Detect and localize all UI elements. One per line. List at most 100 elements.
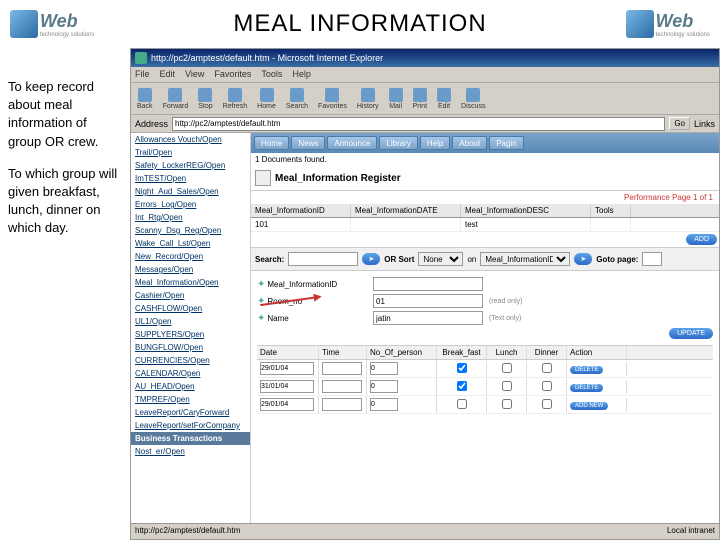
date-input[interactable] xyxy=(260,362,314,375)
sidebar-item[interactable]: Scanny_Dsg_Reg/Open xyxy=(131,224,250,237)
nav-about[interactable]: About xyxy=(452,136,487,150)
sort-select[interactable]: None xyxy=(418,252,463,266)
cell-desc: test xyxy=(461,218,591,231)
breakfast-checkbox[interactable] xyxy=(457,381,467,391)
sidebar-item[interactable]: LeaveReport/setForCompany xyxy=(131,419,250,432)
th-action: Action xyxy=(567,346,627,359)
menu-edit[interactable]: Edit xyxy=(160,69,176,80)
persons-input[interactable] xyxy=(370,362,398,375)
field-hint: (read only) xyxy=(489,298,522,305)
toolbar-stop[interactable]: Stop xyxy=(196,88,214,110)
sidebar-item[interactable]: CALENDAR/Open xyxy=(131,367,250,380)
nav-news[interactable]: News xyxy=(291,136,325,150)
sidebar-item[interactable]: BUNGFLOW/Open xyxy=(131,341,250,354)
status-left: http://pc2/amptest/default.htm xyxy=(135,526,240,537)
dinner-checkbox[interactable] xyxy=(542,381,552,391)
logo-subtitle: technology solutions xyxy=(656,32,710,38)
toolbar-edit[interactable]: Edit xyxy=(435,88,453,110)
lunch-checkbox[interactable] xyxy=(502,381,512,391)
sidebar: Allowances Vouch/OpenTrail/OpenSafety_Lo… xyxy=(131,133,251,523)
description-panel: To keep record about meal information of… xyxy=(0,48,130,540)
toolbar-history[interactable]: History xyxy=(355,88,381,110)
row-action-button[interactable]: DELETE xyxy=(570,384,603,392)
th-date: Date xyxy=(257,346,319,359)
lunch-checkbox[interactable] xyxy=(502,363,512,373)
cell-date xyxy=(351,218,461,231)
logo-text: Web xyxy=(656,11,710,32)
sidebar-item[interactable]: CASHFLOW/Open xyxy=(131,302,250,315)
sidebar-item[interactable]: New_Record/Open xyxy=(131,250,250,263)
goto-page-input[interactable] xyxy=(642,252,662,266)
sidebar-item[interactable]: Messages/Open xyxy=(131,263,250,276)
toolbar-print[interactable]: Print xyxy=(411,88,429,110)
search-input[interactable] xyxy=(288,252,358,266)
persons-input[interactable] xyxy=(370,398,398,411)
toolbar-search[interactable]: Search xyxy=(284,88,310,110)
desc-para-1: To keep record about meal information of… xyxy=(8,78,122,151)
sidebar-item[interactable]: Safety_LockerREG/Open xyxy=(131,159,250,172)
th-breakfast: Break_fast xyxy=(437,346,487,359)
sidebar-item[interactable]: Int_Rtg/Open xyxy=(131,211,250,224)
sidebar-item[interactable]: Night_Aud_Sales/Open xyxy=(131,185,250,198)
sidebar-item[interactable]: CURRENCIES/Open xyxy=(131,354,250,367)
time-input[interactable] xyxy=(322,362,362,375)
name-input[interactable] xyxy=(373,311,483,325)
sidebar-item[interactable]: SUPPLYERS/Open xyxy=(131,328,250,341)
menu-tools[interactable]: Tools xyxy=(261,69,282,80)
address-input[interactable] xyxy=(172,117,665,131)
date-input[interactable] xyxy=(260,398,314,411)
field-label: Name xyxy=(267,314,288,323)
toolbar-home[interactable]: Home xyxy=(255,88,278,110)
nav-help[interactable]: Help xyxy=(420,136,450,150)
persons-input[interactable] xyxy=(370,380,398,393)
sort-go-icon[interactable]: ➤ xyxy=(574,253,592,265)
menu-view[interactable]: View xyxy=(185,69,204,80)
sidebar-item[interactable]: Meal_Information/Open xyxy=(131,276,250,289)
sidebar-item[interactable]: Allowances Vouch/Open xyxy=(131,133,250,146)
sidebar-item[interactable]: UL1/Open xyxy=(131,315,250,328)
update-button[interactable]: UPDATE xyxy=(669,328,713,339)
time-input[interactable] xyxy=(322,380,362,393)
date-input[interactable] xyxy=(260,380,314,393)
lunch-checkbox[interactable] xyxy=(502,399,512,409)
sidebar-item[interactable]: TMPREF/Open xyxy=(131,393,250,406)
sidebar-item[interactable]: LeaveReport/CaryForward xyxy=(131,406,250,419)
dinner-checkbox[interactable] xyxy=(542,399,552,409)
toolbar-favorites[interactable]: Favorites xyxy=(316,88,349,110)
nav-pagin[interactable]: Pagin xyxy=(489,136,523,150)
sidebar-item[interactable]: Wake_Call_Lst/Open xyxy=(131,237,250,250)
menu-help[interactable]: Help xyxy=(292,69,311,80)
toolbar-discuss[interactable]: Discuss xyxy=(459,88,488,110)
nav-home[interactable]: Home xyxy=(254,136,289,150)
sidebar-item[interactable]: AU_HEAD/Open xyxy=(131,380,250,393)
or-sort-label: OR Sort xyxy=(384,255,414,264)
sidebar-item[interactable]: Cashier/Open xyxy=(131,289,250,302)
sidebar-item[interactable]: Trail/Open xyxy=(131,146,250,159)
nav-library[interactable]: Library xyxy=(379,136,417,150)
grid-row[interactable]: 101 test xyxy=(251,218,719,232)
table-row: ADD NEW xyxy=(257,396,713,414)
sort-field-select[interactable]: Meal_InformationID xyxy=(480,252,570,266)
menu-file[interactable]: File xyxy=(135,69,150,80)
toolbar-forward[interactable]: Forward xyxy=(161,88,191,110)
breakfast-checkbox[interactable] xyxy=(457,399,467,409)
add-button[interactable]: ADD xyxy=(686,234,717,245)
breakfast-checkbox[interactable] xyxy=(457,363,467,373)
menu-favorites[interactable]: Favorites xyxy=(214,69,251,80)
toolbar-back[interactable]: Back xyxy=(135,88,155,110)
search-go-icon[interactable]: ➤ xyxy=(362,253,380,265)
toolbar-refresh[interactable]: Refresh xyxy=(221,88,250,110)
sidebar-item[interactable]: ImTEST/Open xyxy=(131,172,250,185)
sidebar-item[interactable]: Errors_Log/Open xyxy=(131,198,250,211)
sidebar-item[interactable]: Nost_er/Open xyxy=(131,445,250,458)
col-id: Meal_InformationID xyxy=(251,204,351,217)
meal-id-input[interactable] xyxy=(373,277,483,291)
time-input[interactable] xyxy=(322,398,362,411)
dinner-checkbox[interactable] xyxy=(542,363,552,373)
go-button[interactable]: Go xyxy=(669,117,690,130)
row-action-button[interactable]: DELETE xyxy=(570,366,603,374)
nav-announce[interactable]: Announce xyxy=(327,136,377,150)
row-action-button[interactable]: ADD NEW xyxy=(570,402,608,410)
room-no-input[interactable] xyxy=(373,294,483,308)
toolbar-mail[interactable]: Mail xyxy=(387,88,405,110)
